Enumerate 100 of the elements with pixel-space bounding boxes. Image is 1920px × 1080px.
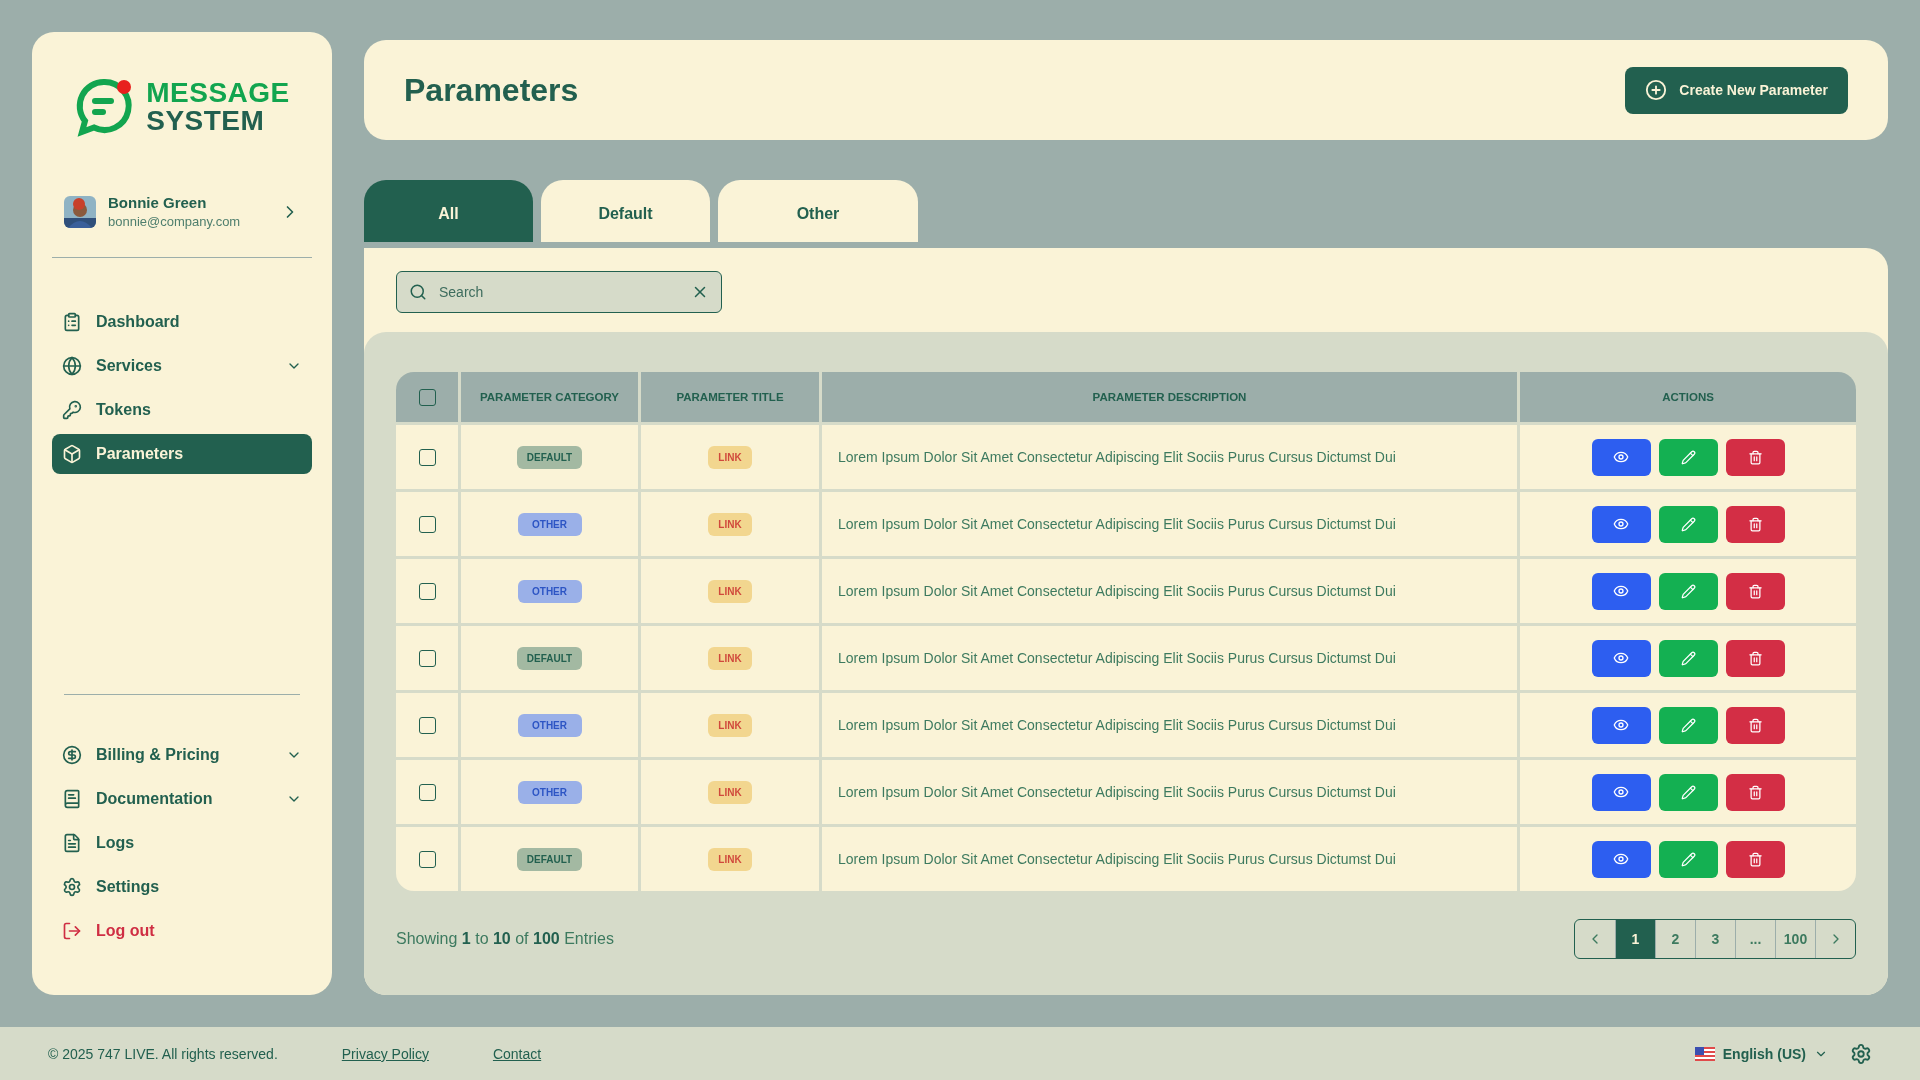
view-button[interactable] (1591, 505, 1651, 543)
trash-icon (1747, 717, 1763, 733)
checkbox[interactable] (418, 716, 436, 734)
nav-item[interactable]: Settings (52, 867, 312, 907)
edit-button[interactable] (1658, 773, 1718, 811)
trash-icon (1747, 650, 1763, 666)
category-badge: DEFAULT (516, 646, 583, 670)
entries-info: Showing 1 to 10 of 100 Entries (396, 930, 614, 948)
pencil-icon (1680, 449, 1696, 465)
pencil-icon (1680, 851, 1696, 867)
pencil-icon (1680, 516, 1696, 532)
delete-button[interactable] (1725, 639, 1785, 677)
pencil-icon (1680, 583, 1696, 599)
page-button[interactable]: 2 (1655, 920, 1695, 958)
delete-button[interactable] (1725, 572, 1785, 610)
create-button[interactable]: Create New Parameter (1625, 66, 1848, 114)
plus-icon (1645, 79, 1668, 101)
page-button[interactable]: 1 (1615, 920, 1655, 958)
pencil-icon (1680, 650, 1696, 666)
edit-button[interactable] (1658, 706, 1718, 744)
delete-button[interactable] (1725, 505, 1785, 543)
edit-button[interactable] (1658, 572, 1718, 610)
copyright-text: © 2025 747 LIVE. All rights reserved. (48, 1045, 278, 1062)
eye-icon (1613, 650, 1629, 666)
view-button[interactable] (1591, 572, 1651, 610)
checkbox[interactable] (418, 783, 436, 801)
book-icon (62, 789, 82, 809)
nav-item[interactable]: Log out (52, 911, 312, 951)
eye-icon (1613, 516, 1629, 532)
nav-item[interactable]: Dashboard (52, 302, 312, 342)
table-cell: Lorem Ipsum Dolor Sit Amet Consectetur Adipiscing Elit Sociis Purus Cursus Dictumst Dui (822, 827, 1517, 891)
nav-item[interactable]: Tokens (52, 390, 312, 430)
settings-icon[interactable] (1850, 1042, 1872, 1065)
eye-icon (1613, 717, 1629, 733)
eye-icon (1613, 851, 1629, 867)
language-selector[interactable]: English (US) (1688, 1044, 1834, 1063)
nav-item[interactable]: Billing & Pricing (52, 735, 312, 775)
tab[interactable]: Other (718, 180, 918, 242)
page-button[interactable]: 100 (1775, 920, 1815, 958)
checkbox[interactable] (418, 448, 436, 466)
trash-icon (1747, 449, 1763, 465)
tab[interactable]: Default (541, 180, 710, 242)
table-cell: Lorem Ipsum Dolor Sit Amet Consectetur Adipiscing Elit Sociis Purus Cursus Dictumst Dui (822, 760, 1517, 824)
logo-text: SYSTEM (146, 107, 266, 135)
checkbox[interactable] (418, 582, 436, 600)
delete-button[interactable] (1725, 840, 1785, 878)
eye-icon (1613, 449, 1629, 465)
tab[interactable]: All (364, 180, 533, 242)
logo-text: MESSAGE (146, 79, 290, 107)
checkbox[interactable] (418, 388, 436, 406)
flag-icon (1694, 1046, 1715, 1061)
table-cell: Lorem Ipsum Dolor Sit Amet Consectetur Adipiscing Elit Sociis Purus Cursus Dictumst Dui (822, 559, 1517, 623)
clipboard-icon (62, 312, 82, 332)
trash-icon (1747, 851, 1763, 867)
search-input[interactable]: Search (437, 283, 681, 301)
page-title: Parameters (404, 71, 579, 109)
view-button[interactable] (1591, 840, 1651, 878)
title-badge: LINK (708, 780, 752, 804)
category-badge: DEFAULT (516, 445, 583, 469)
eye-icon (1613, 583, 1629, 599)
edit-button[interactable] (1658, 639, 1718, 677)
category-badge: OTHER (517, 780, 582, 804)
view-button[interactable] (1591, 438, 1651, 476)
delete-button[interactable] (1725, 706, 1785, 744)
key-icon (62, 400, 82, 420)
column-header: PARAMETER TITLE (641, 372, 819, 422)
search-bar[interactable]: Search (396, 271, 722, 313)
column-header: PARAMETER DESCRIPTION (822, 372, 1517, 422)
delete-button[interactable] (1725, 773, 1785, 811)
footer-link[interactable]: Contact (492, 1045, 542, 1062)
title-badge: LINK (708, 512, 752, 536)
footer-link[interactable]: Privacy Policy (341, 1045, 429, 1062)
user-email: bonnie@company.com (108, 214, 242, 229)
view-button[interactable] (1591, 639, 1651, 677)
delete-button[interactable] (1725, 438, 1785, 476)
checkbox[interactable] (418, 649, 436, 667)
column-header: ACTIONS (1520, 372, 1856, 422)
trash-icon (1747, 516, 1763, 532)
title-badge: LINK (708, 579, 752, 603)
page-button[interactable]: ... (1735, 920, 1775, 958)
table-cell: Lorem Ipsum Dolor Sit Amet Consectetur Adipiscing Elit Sociis Purus Cursus Dictumst Dui (822, 626, 1517, 690)
edit-button[interactable] (1658, 438, 1718, 476)
nav-item[interactable]: Parameters (52, 434, 312, 474)
globe-icon (62, 356, 82, 376)
view-button[interactable] (1591, 773, 1651, 811)
nav-item[interactable]: Logs (52, 823, 312, 863)
table-cell: Lorem Ipsum Dolor Sit Amet Consectetur Adipiscing Elit Sociis Purus Cursus Dictumst Dui (822, 693, 1517, 757)
nav-item[interactable]: Documentation (52, 779, 312, 819)
settings-icon (62, 877, 82, 897)
checkbox[interactable] (418, 850, 436, 868)
table-cell: Lorem Ipsum Dolor Sit Amet Consectetur Adipiscing Elit Sociis Purus Cursus Dictumst Dui (822, 492, 1517, 556)
edit-button[interactable] (1658, 840, 1718, 878)
checkbox[interactable] (418, 515, 436, 533)
trash-icon (1747, 784, 1763, 800)
nav-item[interactable]: Services (52, 346, 312, 386)
view-button[interactable] (1591, 706, 1651, 744)
table-cell: Lorem Ipsum Dolor Sit Amet Consectetur Adipiscing Elit Sociis Purus Cursus Dictumst Dui (822, 425, 1517, 489)
file-icon (62, 833, 82, 853)
page-button[interactable]: 3 (1695, 920, 1735, 958)
edit-button[interactable] (1658, 505, 1718, 543)
